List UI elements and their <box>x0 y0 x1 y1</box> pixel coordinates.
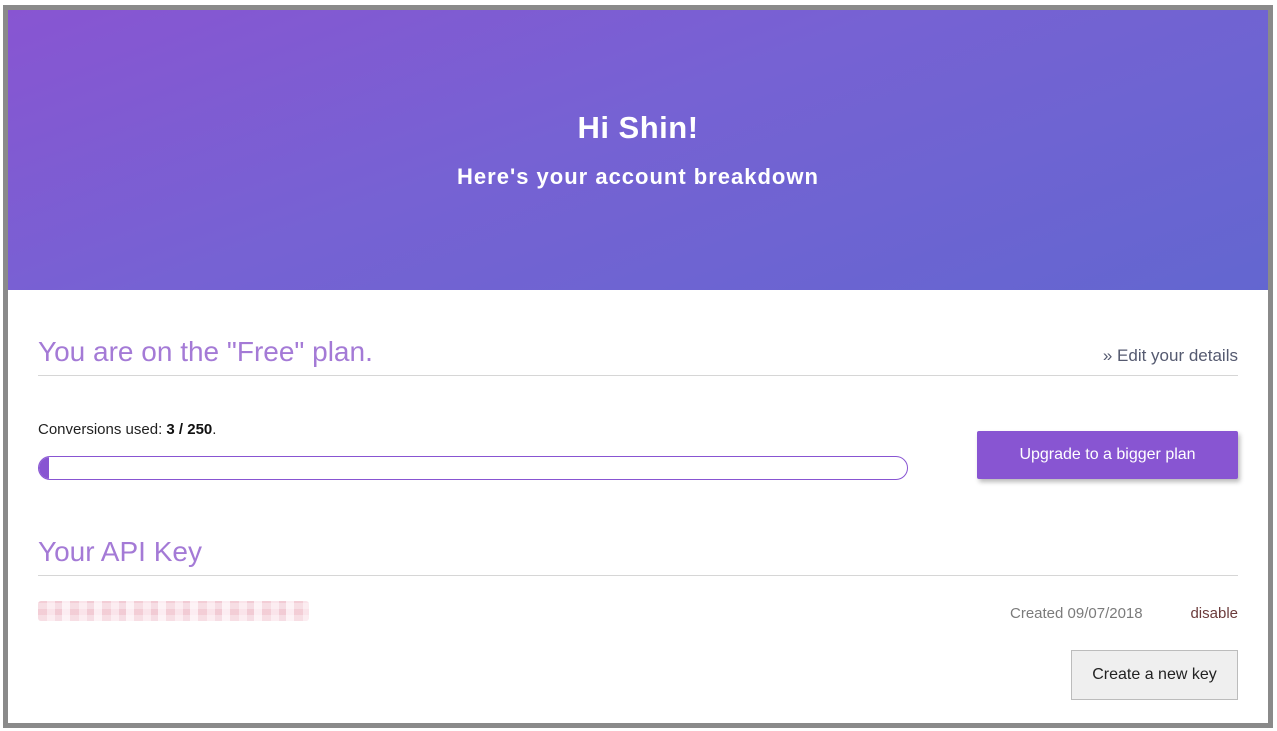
disable-key-link[interactable]: disable <box>1190 605 1238 622</box>
conversions-value: 3 / 250 <box>166 421 213 438</box>
hero-banner: Hi Shin! Here's your account breakdown <box>8 10 1268 290</box>
create-new-key-button[interactable]: Create a new key <box>1071 650 1238 700</box>
api-divider <box>38 575 1238 576</box>
conversions-label: Conversions used: <box>38 421 167 438</box>
conversions-used-text: Conversions used: 3 / 250. <box>38 421 216 438</box>
api-key-heading: Your API Key <box>38 536 202 567</box>
page-frame: Hi Shin! Here's your account breakdown Y… <box>3 5 1273 728</box>
plan-divider <box>38 375 1238 376</box>
edit-details-link[interactable]: » Edit your details <box>1103 346 1238 366</box>
conversions-progress-fill <box>39 457 50 479</box>
api-key-value-redacted: •••••••••••••••••••••••••••••••• <box>38 601 309 621</box>
plan-heading: You are on the "Free" plan. <box>38 336 373 367</box>
greeting-subtitle: Here's your account breakdown <box>457 164 819 189</box>
greeting-title: Hi Shin! <box>577 110 699 145</box>
api-key-created-date: Created 09/07/2018 <box>1010 605 1143 622</box>
conversions-progress-bar <box>38 456 908 480</box>
upgrade-plan-button[interactable]: Upgrade to a bigger plan <box>977 431 1238 479</box>
conversions-suffix: . <box>212 421 217 438</box>
